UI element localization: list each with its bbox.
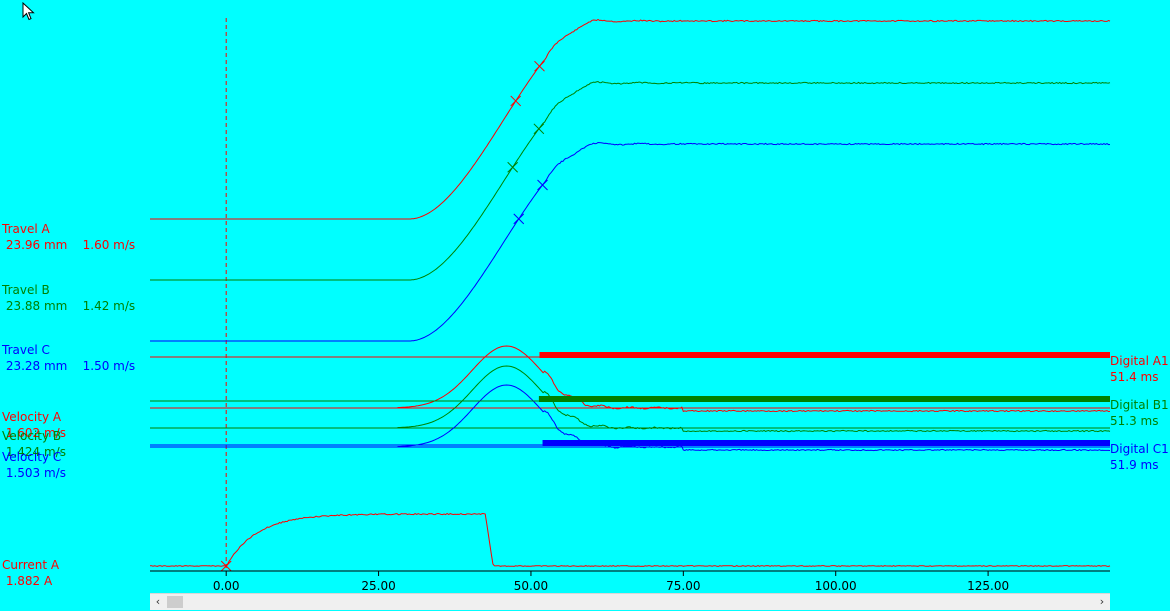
- mouse-pointer-icon: [22, 2, 35, 21]
- velocity-c-label: Velocity C: [2, 450, 62, 464]
- travel-marker-a-0: [510, 95, 522, 107]
- travel-c-readout: 23.28 mm 1.50 m/s: [2, 359, 136, 373]
- current-a-label: Current A: [2, 558, 60, 572]
- x-tick-label-1: 25.00: [361, 579, 395, 593]
- velocity-a-label: Velocity A: [2, 410, 62, 424]
- x-tick-label-2: 50.00: [514, 579, 548, 593]
- current-a-readout: 1.882 A: [2, 574, 53, 588]
- scroll-left-arrow-icon[interactable]: ‹: [150, 594, 166, 610]
- travel-a-label: Travel A: [2, 222, 50, 236]
- travel-marker-a-1: [534, 60, 545, 72]
- horizontal-scrollbar[interactable]: ‹ ›: [150, 593, 1110, 610]
- digital-c1-label: Digital C1: [1110, 442, 1169, 456]
- travel-b-readout: 23.88 mm 1.42 m/s: [2, 299, 136, 313]
- current-curve: [149, 512, 1111, 568]
- travel-c-label: Travel C: [2, 343, 50, 357]
- travel-b-label: Travel B: [2, 283, 50, 297]
- travel-marker-b-0: [507, 161, 519, 173]
- scrollbar-thumb[interactable]: [167, 596, 183, 608]
- velocity-c-readout: 1.503 m/s: [2, 466, 66, 480]
- x-tick-label-5: 125.00: [967, 579, 1009, 593]
- travel-marker-c-0: [513, 213, 525, 225]
- digital-a1-label: Digital A1: [1110, 354, 1169, 368]
- travel-a-readout: 23.96 mm 1.60 m/s: [2, 238, 136, 252]
- digital-high-a: [539, 352, 1110, 358]
- digital-b1-readout: 51.3 ms: [1110, 414, 1159, 428]
- digital-c1-readout: 51.9 ms: [1110, 458, 1159, 472]
- travel-curve-c: [150, 141, 1111, 342]
- travel-curve-a: [150, 18, 1111, 220]
- travel-marker-b-1: [533, 123, 545, 135]
- scroll-right-arrow-icon[interactable]: ›: [1094, 594, 1110, 610]
- x-tick-label-4: 100.00: [815, 579, 857, 593]
- digital-high-b: [538, 396, 1110, 402]
- waveform-plot: 0.00 25.00 50.00 75.00 100.00 125.00: [149, 18, 1111, 593]
- travel-curve-b: [150, 80, 1111, 281]
- digital-high-c: [542, 440, 1110, 446]
- travel-marker-c-1: [537, 179, 548, 191]
- x-tick-label-3: 75.00: [666, 579, 700, 593]
- digital-a1-readout: 51.4 ms: [1110, 370, 1159, 384]
- x-tick-label-0: 0.00: [213, 579, 240, 593]
- digital-b1-label: Digital B1: [1110, 398, 1169, 412]
- velocity-b-label: Velocity B: [2, 429, 62, 443]
